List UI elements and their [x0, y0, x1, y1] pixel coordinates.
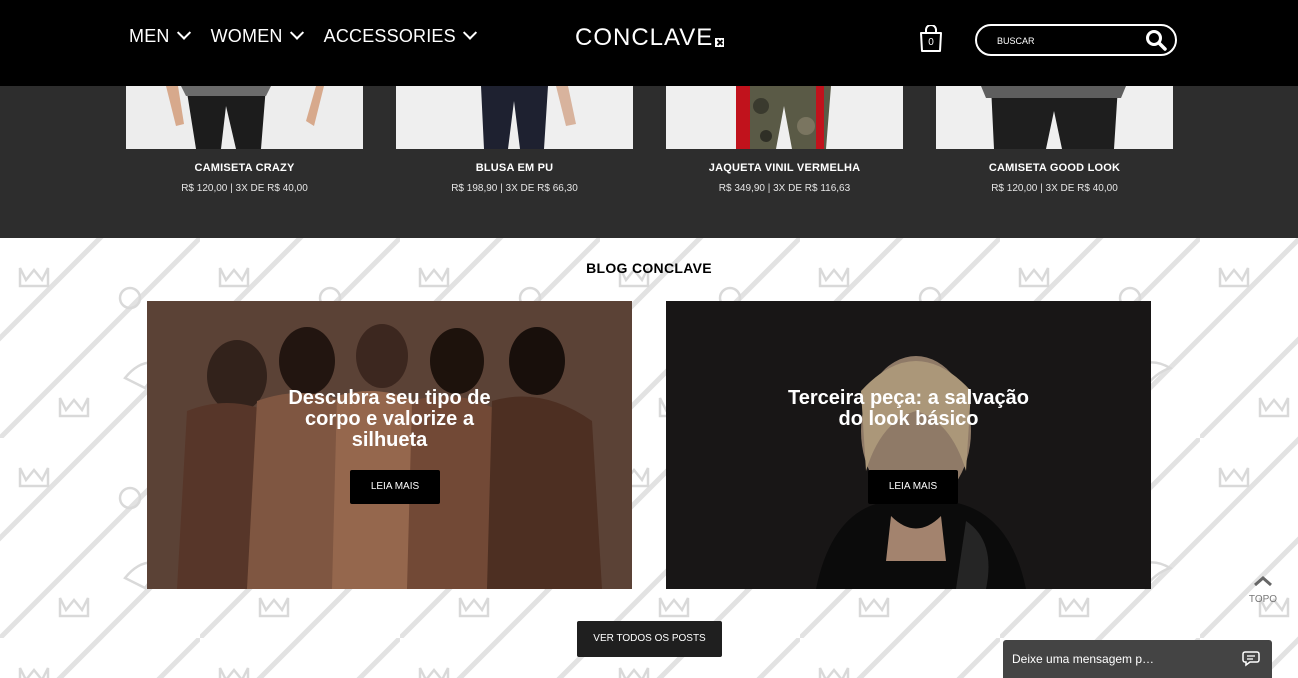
product-price: R$ 349,90 | 3X DE R$ 116,63 — [718, 183, 851, 194]
search-box — [975, 24, 1177, 56]
product-price: R$ 120,00 | 3X DE R$ 40,00 — [181, 183, 308, 194]
post-image — [666, 301, 1151, 589]
product-card[interactable]: JAQUETA VINIL VERMELHA R$ 349,90 | 3X DE… — [666, 86, 903, 194]
product-card[interactable]: CAMISETA GOOD LOOK R$ 120,00 | 3X DE R$ … — [936, 86, 1173, 194]
product-image — [936, 86, 1173, 149]
back-to-top-label: TOPO — [1248, 594, 1278, 605]
search-input[interactable] — [995, 31, 1139, 51]
blog-post-card[interactable]: Descubra seu tipo de corpo e valorize a … — [147, 301, 632, 589]
chat-bubble-icon — [1242, 651, 1260, 667]
search-icon — [1146, 30, 1167, 51]
main-nav: MEN WOMEN ACCESSORIES — [129, 25, 497, 47]
product-price: R$ 120,00 | 3X DE R$ 40,00 — [991, 183, 1118, 194]
product-name: BLUSA EM PU — [475, 162, 554, 174]
post-title-line: Descubra seu tipo de — [288, 387, 491, 409]
product-card[interactable]: CAMISETA CRAZY R$ 120,00 | 3X DE R$ 40,0… — [126, 86, 363, 194]
cart-count: 0 — [928, 37, 934, 48]
chevron-down-icon — [462, 25, 477, 40]
nav-item-label: MEN — [129, 26, 170, 46]
read-more-button[interactable]: LEIA MAIS — [868, 470, 958, 504]
chevron-down-icon — [289, 25, 304, 40]
read-more-button[interactable]: LEIA MAIS — [350, 470, 440, 504]
search-button[interactable] — [1145, 29, 1167, 51]
back-to-top-button[interactable]: TOPO — [1248, 574, 1278, 605]
product-image — [126, 86, 363, 149]
blog-title: BLOG CONCLAVE — [586, 260, 712, 276]
cart-button[interactable]: 0 — [918, 24, 944, 53]
chat-label: Deixe uma mensagem p… — [1012, 652, 1155, 666]
post-title-line: Terceira peça: a salvação — [788, 387, 1029, 409]
product-image — [666, 86, 903, 149]
post-title-line: corpo e valorize a — [305, 408, 474, 430]
nav-item-women[interactable]: WOMEN — [210, 25, 304, 47]
post-title: Descubra seu tipo de corpo e valorize a … — [247, 388, 532, 451]
site-header: MEN WOMEN ACCESSORIES CONCLAVE 0 — [0, 0, 1298, 86]
post-title-line: silhueta — [351, 429, 428, 451]
product-name: JAQUETA VINIL VERMELHA — [708, 162, 861, 174]
post-title: Terceira peça: a salvação do look básico — [766, 388, 1051, 430]
nav-item-label: WOMEN — [210, 26, 283, 46]
logo-text: CONCLAVE — [575, 24, 714, 51]
logo-x-icon — [715, 37, 725, 47]
nav-item-label: ACCESSORIES — [323, 26, 456, 46]
nav-item-accessories[interactable]: ACCESSORIES — [323, 25, 477, 47]
product-image — [396, 86, 633, 149]
blog-section: BLOG CONCLAVE Descubra seu tipo de corpo… — [0, 238, 1298, 678]
nav-item-men[interactable]: MEN — [129, 25, 191, 47]
blog-post-card[interactable]: Terceira peça: a salvação do look básico… — [666, 301, 1151, 589]
product-price: R$ 198,90 | 3X DE R$ 66,30 — [451, 183, 578, 194]
product-name: CAMISETA GOOD LOOK — [988, 162, 1121, 174]
post-title-line: do look básico — [838, 408, 979, 430]
product-name: CAMISETA CRAZY — [194, 162, 295, 174]
product-card[interactable]: BLUSA EM PU R$ 198,90 | 3X DE R$ 66,30 — [396, 86, 633, 194]
chevron-up-icon — [1254, 576, 1272, 587]
chat-widget[interactable]: Deixe uma mensagem p… — [1003, 640, 1272, 678]
chevron-down-icon — [176, 25, 191, 40]
site-logo[interactable]: CONCLAVE — [575, 24, 725, 52]
view-all-posts-button[interactable]: VER TODOS OS POSTS — [577, 621, 722, 657]
product-carousel: CAMISETA CRAZY R$ 120,00 | 3X DE R$ 40,0… — [0, 86, 1298, 238]
